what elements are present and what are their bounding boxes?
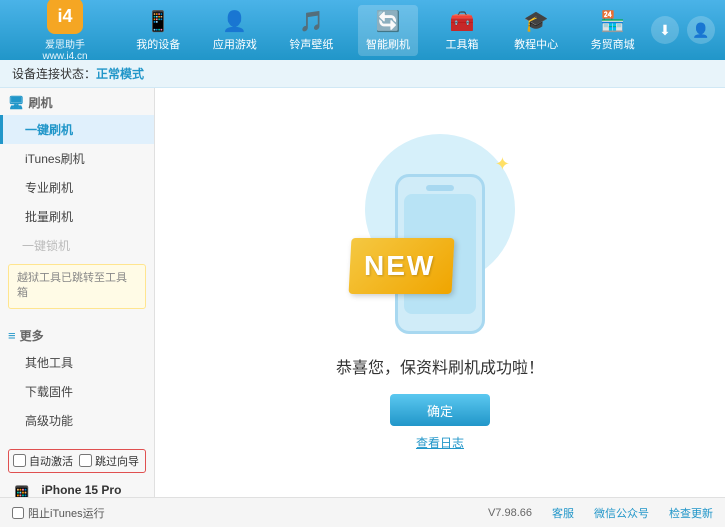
auto-activate-label: 自动激活: [29, 453, 73, 469]
my-device-icon: 📱: [146, 9, 171, 34]
sidebar: 🖥 刷机 一键刷机 iTunes刷机 专业刷机 批量刷机 一键锁机 越狱工具已跳…: [0, 88, 155, 497]
device-phone-icon: 📱: [8, 485, 35, 497]
footer-version: V7.98.66: [488, 507, 532, 519]
nav-bar: 📱 我的设备 👤 应用游戏 🎵 铃声壁纸 🔄 智能刷机 🧰 工具箱 🎓 教程中心…: [120, 5, 651, 56]
sidebar-item-other-tools[interactable]: 其他工具: [0, 348, 154, 377]
nav-tutorials-label: 教程中心: [514, 36, 558, 52]
flash-section-label: 刷机: [29, 94, 53, 111]
nav-ringtones[interactable]: 🎵 铃声壁纸: [281, 5, 341, 56]
logo-icon: i4: [47, 0, 83, 34]
skip-guide-checkbox[interactable]: [79, 454, 92, 467]
download-btn[interactable]: ⬇: [651, 16, 679, 44]
nav-service-store[interactable]: 🏪 务贸商城: [583, 5, 643, 56]
itunes-section: 阻止iTunes运行: [12, 505, 105, 521]
footer-link-support[interactable]: 客服: [552, 505, 574, 521]
device-name: iPhone 15 Pro Max: [41, 483, 146, 497]
ringtones-icon: 🎵: [299, 9, 324, 34]
success-graphic: NEW ✦: [360, 134, 520, 334]
main-content: NEW ✦ 恭喜您，保资料刷机成功啦！ 确定 查看日志: [155, 88, 725, 497]
sidebar-notice: 越狱工具已跳转至工具箱: [8, 264, 146, 309]
sidebar-item-pro-flash[interactable]: 专业刷机: [0, 173, 154, 202]
toolbox-icon: 🧰: [450, 9, 475, 34]
device-details: iPhone 15 Pro Max 512GB iPhone: [41, 483, 146, 497]
header-right-actions: ⬇ 👤: [651, 16, 715, 44]
flash-section-icon: 🖥: [8, 95, 25, 111]
nav-apps-games[interactable]: 👤 应用游戏: [205, 5, 265, 56]
auto-activate-checkbox-label[interactable]: 自动激活: [13, 453, 73, 469]
itunes-label: 阻止iTunes运行: [28, 505, 105, 521]
nav-toolbox[interactable]: 🧰 工具箱: [435, 5, 490, 56]
device-info: 📱 iPhone 15 Pro Max 512GB iPhone: [8, 479, 146, 497]
itunes-checkbox[interactable]: [12, 507, 24, 519]
more-section-icon: ≡: [8, 328, 16, 343]
auto-activate-checkbox[interactable]: [13, 454, 26, 467]
nav-apps-label: 应用游戏: [213, 36, 257, 52]
nav-ringtones-label: 铃声壁纸: [289, 36, 333, 52]
footer-link-update[interactable]: 检查更新: [669, 505, 713, 521]
sidebar-item-advanced[interactable]: 高级功能: [0, 406, 154, 435]
logo-text: 爱思助手: [45, 36, 85, 51]
sidebar-item-batch-flash[interactable]: 批量刷机: [0, 202, 154, 231]
nav-smart-flash[interactable]: 🔄 智能刷机: [358, 5, 418, 56]
skip-guide-label: 跳过向导: [95, 453, 139, 469]
nav-smart-flash-label: 智能刷机: [366, 36, 410, 52]
sidebar-more-section: ≡ 更多: [0, 321, 154, 348]
footer-link-wechat[interactable]: 微信公众号: [594, 505, 649, 521]
confirm-button[interactable]: 确定: [390, 394, 490, 426]
smart-flash-icon: 🔄: [376, 9, 401, 34]
device-area: 自动激活 跳过向导 📱 iPhone 15 Pro Max 512GB iPho…: [0, 443, 154, 497]
main-layout: 🖥 刷机 一键刷机 iTunes刷机 专业刷机 批量刷机 一键锁机 越狱工具已跳…: [0, 88, 725, 497]
status-prefix: 设备连接状态：: [12, 65, 96, 82]
new-label: NEW: [364, 250, 435, 282]
view-log-link[interactable]: 查看日志: [416, 434, 464, 451]
sidebar-item-itunes-flash[interactable]: iTunes刷机: [0, 144, 154, 173]
nav-my-device-label: 我的设备: [136, 36, 180, 52]
status-value: 正常模式: [96, 65, 144, 82]
logo-sub: www.i4.cn: [42, 51, 87, 62]
sidebar-flash-section: 🖥 刷机: [0, 88, 154, 115]
status-bar: 设备连接状态： 正常模式: [0, 60, 725, 88]
skip-guide-checkbox-label[interactable]: 跳过向导: [79, 453, 139, 469]
sidebar-item-download-firmware[interactable]: 下载固件: [0, 377, 154, 406]
logo-area: i4 爱思助手 www.i4.cn: [10, 0, 120, 62]
service-store-icon: 🏪: [600, 9, 625, 34]
tutorials-icon: 🎓: [524, 9, 549, 34]
app-header: i4 爱思助手 www.i4.cn 📱 我的设备 👤 应用游戏 🎵 铃声壁纸 🔄…: [0, 0, 725, 60]
sidebar-item-one-key-flash[interactable]: 一键刷机: [0, 115, 154, 144]
phone-notch: [426, 185, 454, 191]
footer-bar: 阻止iTunes运行 V7.98.66 客服 微信公众号 检查更新: [0, 497, 725, 527]
sparkles-icon: ✦: [495, 154, 510, 175]
nav-tutorials[interactable]: 🎓 教程中心: [506, 5, 566, 56]
user-btn[interactable]: 👤: [687, 16, 715, 44]
success-message: 恭喜您，保资料刷机成功啦！: [336, 354, 544, 378]
apps-games-icon: 👤: [222, 9, 247, 34]
nav-toolbox-label: 工具箱: [446, 36, 479, 52]
nav-my-device[interactable]: 📱 我的设备: [128, 5, 188, 56]
sidebar-item-one-key-lock: 一键锁机: [0, 231, 154, 260]
nav-service-label: 务贸商城: [591, 36, 635, 52]
more-section-label: 更多: [20, 327, 44, 344]
new-banner: NEW: [349, 238, 455, 294]
checkbox-row: 自动激活 跳过向导: [8, 449, 146, 473]
footer-right: V7.98.66 客服 微信公众号 检查更新: [488, 505, 713, 521]
